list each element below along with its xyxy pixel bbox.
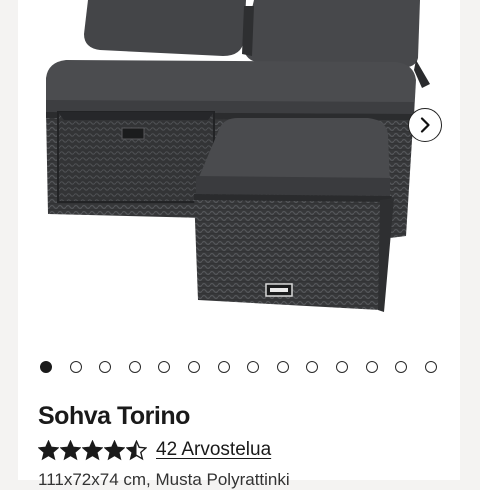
star-rating: [38, 439, 147, 461]
pagination-dot[interactable]: [128, 361, 141, 373]
pagination-dot[interactable]: [335, 361, 348, 373]
pagination-dot[interactable]: [247, 361, 260, 373]
pagination-dot-active[interactable]: [40, 361, 52, 373]
chevron-right-icon: [420, 117, 430, 133]
pagination-dot[interactable]: [365, 361, 378, 373]
pagination-dot[interactable]: [424, 361, 437, 373]
reviews-link[interactable]: 42 Arvostelua: [156, 439, 271, 461]
gallery-pagination: [40, 361, 437, 373]
pagination-dot[interactable]: [99, 361, 112, 373]
star-full-icon: [82, 439, 103, 460]
image-gallery[interactable]: [18, 0, 460, 340]
pagination-dot[interactable]: [306, 361, 319, 373]
pagination-dot[interactable]: [158, 361, 171, 373]
product-card: Sohva Torino 42 Arvostelua 111x72x74 cm,…: [18, 0, 460, 489]
star-full-icon: [60, 439, 81, 460]
pagination-dot[interactable]: [395, 361, 408, 373]
pagination-dot[interactable]: [276, 361, 289, 373]
rating-row: 42 Arvostelua: [38, 437, 271, 463]
product-details: 111x72x74 cm, Musta Polyrattinki: [38, 470, 290, 489]
product-image: [46, 0, 430, 312]
star-half-icon: [126, 439, 147, 460]
next-image-button[interactable]: [408, 108, 442, 142]
pagination-dot[interactable]: [187, 361, 200, 373]
star-full-icon: [38, 439, 59, 460]
star-full-icon: [104, 439, 125, 460]
product-title: Sohva Torino: [38, 402, 190, 430]
pagination-dot[interactable]: [69, 361, 82, 373]
pagination-dot[interactable]: [217, 361, 230, 373]
